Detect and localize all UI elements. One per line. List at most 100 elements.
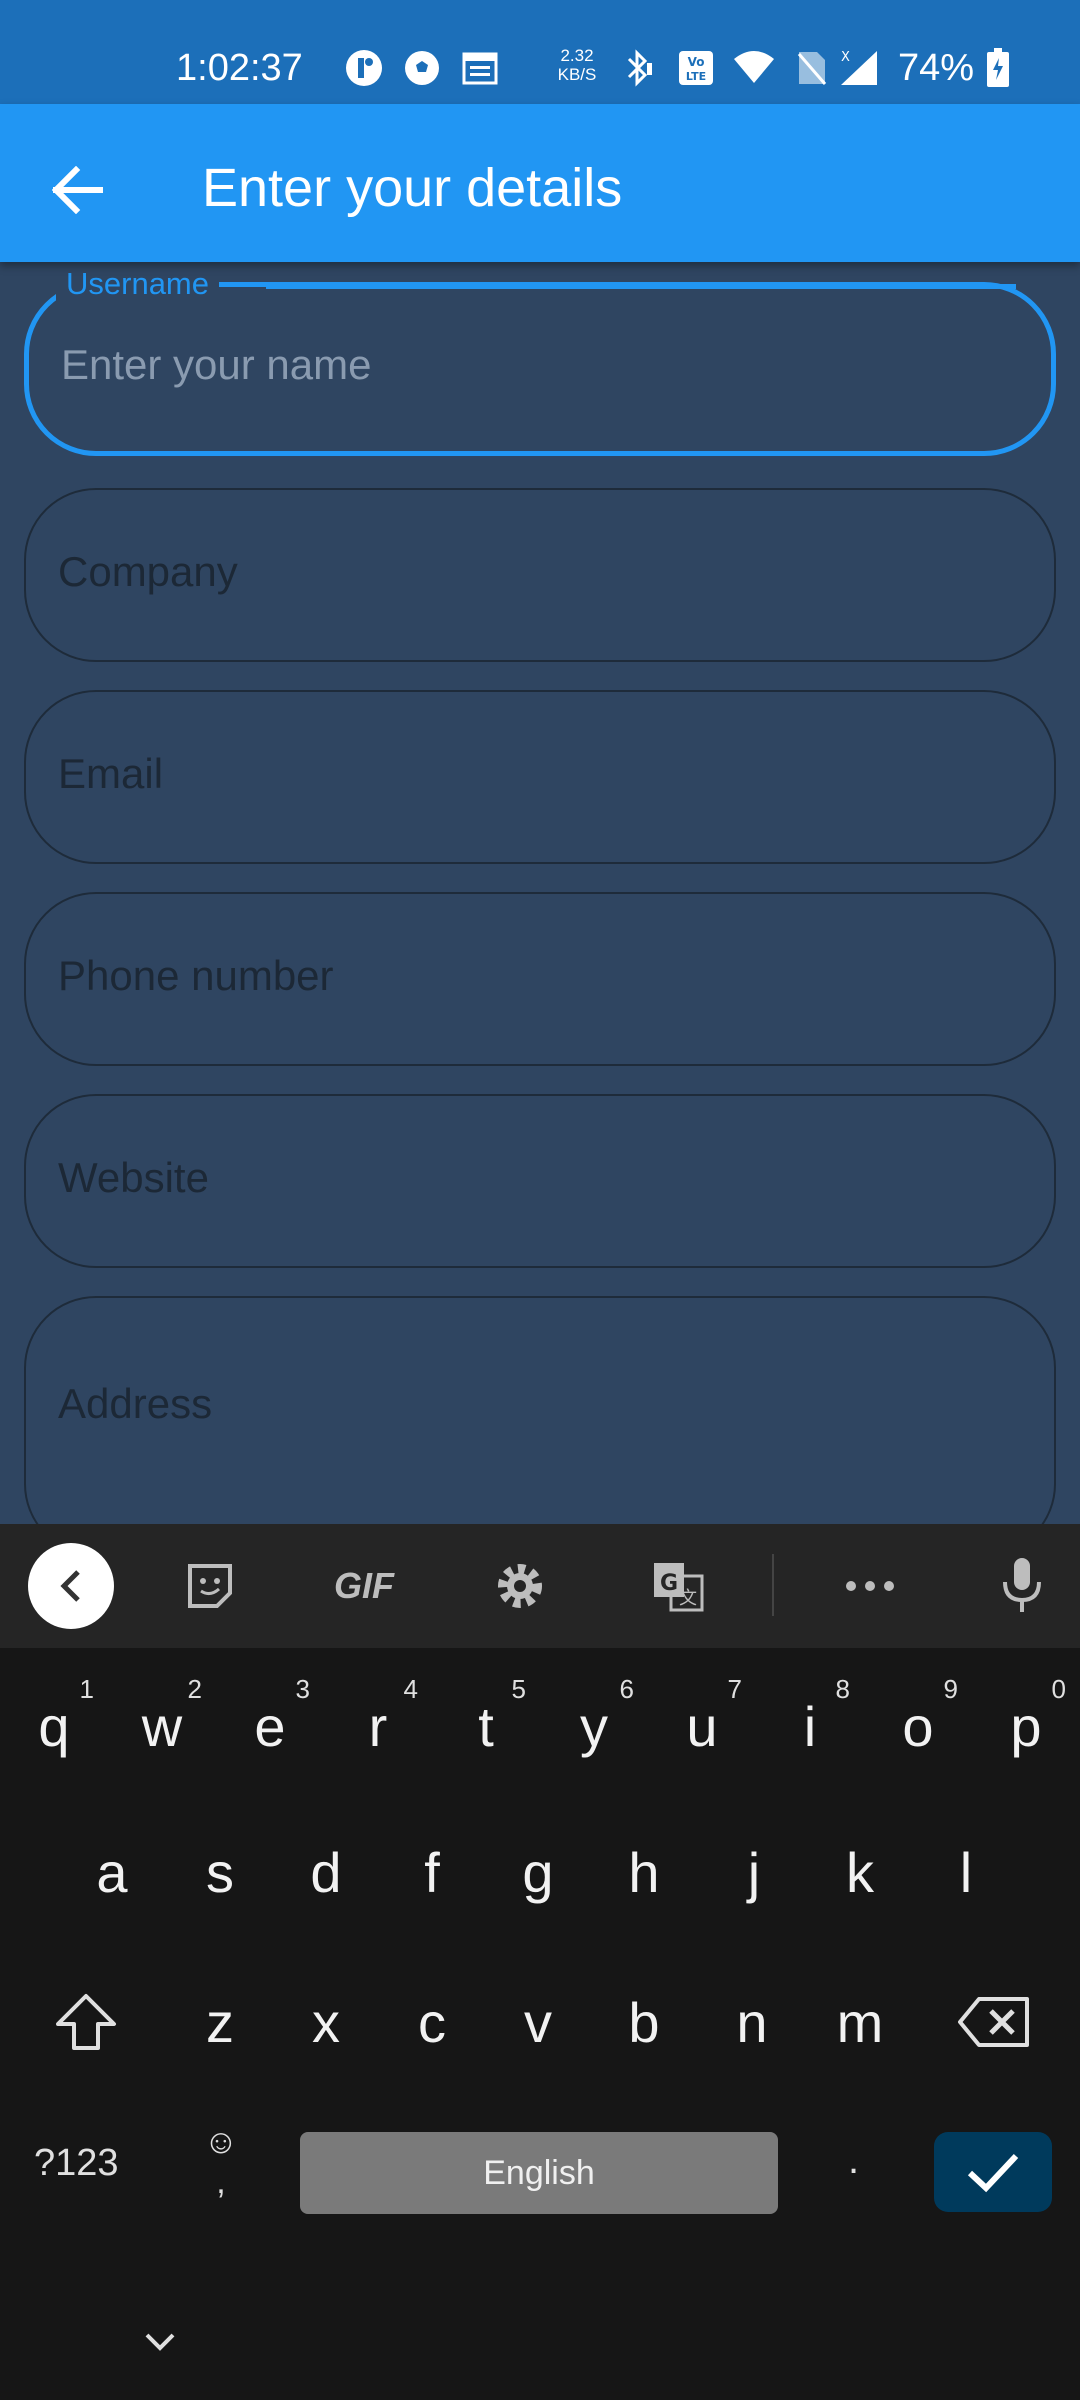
- email-field[interactable]: Email: [24, 690, 1056, 864]
- company-field[interactable]: Company: [24, 488, 1056, 662]
- space-bar[interactable]: English: [300, 2132, 778, 2214]
- period-key[interactable]: .: [848, 2138, 859, 2183]
- key-p[interactable]: p0: [972, 1670, 1080, 1782]
- shift-icon: [56, 1994, 116, 2050]
- translate-button[interactable]: G文: [648, 1546, 708, 1626]
- wifi-icon: [732, 48, 776, 88]
- key-s[interactable]: s: [166, 1816, 274, 1928]
- svg-text:G: G: [660, 1571, 678, 1596]
- key-label: r: [368, 1694, 388, 1758]
- website-field[interactable]: Website: [24, 1094, 1056, 1268]
- keyboard-toolbar: GIF G文: [0, 1524, 1080, 1648]
- email-placeholder: Email: [58, 750, 164, 797]
- key-e[interactable]: e3: [216, 1670, 324, 1782]
- toolbar-divider: [772, 1554, 774, 1616]
- comma-label: ,: [216, 2163, 226, 2201]
- key-label: o: [902, 1694, 934, 1758]
- key-n[interactable]: n: [698, 1966, 806, 2078]
- key-h[interactable]: h: [590, 1816, 698, 1928]
- key-a[interactable]: a: [58, 1816, 166, 1928]
- username-field[interactable]: Enter your name: [24, 282, 1056, 456]
- gear-icon: [498, 1564, 542, 1608]
- key-m[interactable]: m: [806, 1966, 914, 2078]
- username-label: Username: [56, 266, 219, 302]
- svg-text:X: X: [841, 50, 850, 65]
- soccer-ball-icon: [402, 48, 442, 88]
- battery-charging-icon: [984, 48, 1012, 88]
- key-hint: 2: [187, 1674, 202, 1704]
- more-icon: [846, 1581, 894, 1591]
- settings-button[interactable]: [490, 1546, 550, 1626]
- sticker-icon: [188, 1564, 232, 1608]
- phone-number-field[interactable]: Phone number: [24, 892, 1056, 1066]
- status-bar: 1:02:37 2.32 KB/S Vo LTE X 74%: [0, 0, 1080, 104]
- more-button[interactable]: [838, 1546, 902, 1626]
- key-f[interactable]: f: [378, 1816, 486, 1928]
- details-form: Enter your name Username Company Email P…: [0, 262, 1080, 1524]
- svg-text:Vo: Vo: [688, 55, 705, 69]
- key-hint: 3: [295, 1674, 310, 1704]
- collapse-toolbar-button[interactable]: [28, 1543, 114, 1629]
- key-label: t: [478, 1694, 494, 1758]
- key-x[interactable]: x: [272, 1966, 380, 2078]
- key-k[interactable]: k: [806, 1816, 914, 1928]
- battery-percent: 74%: [898, 47, 975, 89]
- back-button[interactable]: [36, 148, 120, 232]
- key-b[interactable]: b: [590, 1966, 698, 2078]
- shift-key[interactable]: [24, 1966, 148, 2078]
- gif-button[interactable]: GIF: [322, 1546, 406, 1626]
- key-j[interactable]: j: [700, 1816, 808, 1928]
- translate-icon: G文: [654, 1563, 704, 1612]
- volte-icon: Vo LTE: [676, 48, 716, 88]
- microphone-icon: [1003, 1558, 1041, 1612]
- key-d[interactable]: d: [272, 1816, 380, 1928]
- key-label: p: [1010, 1694, 1042, 1758]
- key-label: u: [686, 1694, 718, 1758]
- bluetooth-icon: [618, 48, 658, 88]
- backspace-key[interactable]: [934, 1966, 1054, 2078]
- phone-number-placeholder: Phone number: [58, 952, 334, 999]
- emoji-icon: ☺: [203, 2123, 239, 2161]
- voice-input-button[interactable]: [992, 1546, 1052, 1626]
- key-hint: 8: [835, 1674, 850, 1704]
- key-q[interactable]: q1: [0, 1670, 108, 1782]
- net-speed-value: 2.32: [560, 46, 594, 65]
- sticker-button[interactable]: [180, 1546, 240, 1626]
- svg-text:LTE: LTE: [686, 70, 706, 83]
- key-r[interactable]: r4: [324, 1670, 432, 1782]
- key-g[interactable]: g: [484, 1816, 592, 1928]
- status-time: 1:02:37: [176, 47, 303, 89]
- key-o[interactable]: o9: [864, 1670, 972, 1782]
- key-z[interactable]: z: [166, 1966, 274, 2078]
- signal-icon: X: [838, 48, 880, 88]
- key-i[interactable]: i8: [756, 1670, 864, 1782]
- hide-keyboard-button[interactable]: [140, 2324, 180, 2360]
- address-field[interactable]: Address: [24, 1296, 1056, 1524]
- key-w[interactable]: w2: [108, 1670, 216, 1782]
- website-placeholder: Website: [58, 1154, 209, 1201]
- notification-icon: [344, 48, 384, 88]
- key-hint: 6: [619, 1674, 634, 1704]
- page-title: Enter your details: [202, 158, 623, 218]
- done-key[interactable]: [934, 2132, 1052, 2212]
- key-label: i: [803, 1694, 817, 1758]
- app-bar: Enter your details: [0, 104, 1080, 262]
- backspace-icon: [958, 1997, 1029, 2047]
- svg-text:文: 文: [679, 1588, 697, 1609]
- no-sim-icon: [792, 48, 832, 88]
- key-t[interactable]: t5: [432, 1670, 540, 1782]
- key-hint: 5: [511, 1674, 526, 1704]
- username-placeholder: Enter your name: [61, 341, 372, 388]
- chevron-left-icon: [60, 1570, 80, 1602]
- key-hint: 0: [1051, 1674, 1066, 1704]
- key-c[interactable]: c: [378, 1966, 486, 2078]
- key-u[interactable]: u7: [648, 1670, 756, 1782]
- key-v[interactable]: v: [484, 1966, 592, 2078]
- emoji-comma-key[interactable]: ☺ ,: [196, 2122, 246, 2212]
- symbols-key[interactable]: ?123: [34, 2142, 119, 2185]
- arrow-back-icon: [52, 166, 103, 214]
- key-hint: 4: [403, 1674, 418, 1704]
- key-label: e: [254, 1694, 286, 1758]
- key-l[interactable]: l: [912, 1816, 1020, 1928]
- key-y[interactable]: y6: [540, 1670, 648, 1782]
